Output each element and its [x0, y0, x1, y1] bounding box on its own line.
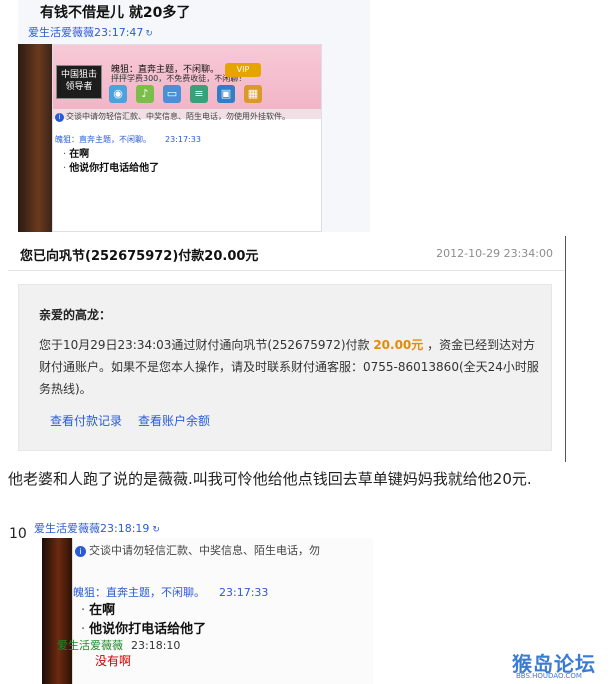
chat-line: · 在啊: [81, 603, 116, 618]
security-warning-text: 交谈中请勿轻信汇款、中奖信息、陌生电话，勿使用外挂软件。: [66, 112, 290, 121]
remote-assist-icon[interactable]: ≡: [190, 85, 208, 103]
background-image-strip: [18, 44, 52, 232]
chat-screenshot-2: 爱生活爱薇薇23:18:19 ↻ i 交谈中请勿轻信汇款、中奖信息、陌生电话，勿 魄…: [28, 518, 373, 684]
chat-toolbar: ◉ ♪ ▭ ≡ ▣ ▦: [109, 85, 262, 105]
sender-time: 23:17:47: [94, 26, 144, 39]
chat-line-text: 他说你打电话给他了: [69, 163, 160, 174]
post-caption: 他老婆和人跑了说的是薇薇.叫我可怜他给他点钱回去草单键妈妈我就给他20元.: [8, 470, 532, 488]
sender2-name: 爱生活爱薇薇: [57, 639, 123, 652]
payment-greeting: 亲爱的高龙：: [39, 308, 112, 322]
chat-line: · 他说你打电话给他了: [81, 622, 207, 637]
chat-line-text: 在啊: [89, 603, 116, 618]
security-warning: i 交谈中请勿轻信汇款、中奖信息、陌生电话，勿使用外挂软件。: [55, 111, 290, 122]
resend-icon[interactable]: ↻: [152, 525, 160, 535]
vip-badge: VIP: [225, 63, 261, 77]
chat-time: 23:17:33: [219, 586, 269, 599]
payment-time: 2012-10-29 23:34:00: [436, 247, 553, 260]
chat-sender: 爱生活爱薇薇23:18:19 ↻: [34, 520, 160, 536]
resend-icon[interactable]: ↻: [145, 29, 153, 39]
chat-reply-header: 爱生活爱薇薇 23:18:10: [57, 637, 180, 653]
video-call-icon[interactable]: ◉: [109, 85, 127, 103]
sender-name: 爱生活爱薇薇: [28, 26, 94, 39]
qq-chat-window: i 交谈中请勿轻信汇款、中奖信息、陌生电话，勿 魄狙：直奔主题，不闲聊。 23:17…: [57, 538, 373, 684]
chat-message-text: 有钱不借是儿 就20多了: [40, 5, 191, 21]
info-icon: i: [75, 546, 86, 557]
sender-time: 23:18:19: [100, 522, 150, 535]
payment-body: 您于10月29日23:34:03通过财付通向巩节(252675972)付款 20…: [39, 334, 543, 400]
info-icon: i: [55, 113, 64, 122]
background-image-strip: [42, 538, 72, 684]
file-transfer-icon[interactable]: ▭: [163, 85, 181, 103]
payment-title: 您已向巩节(252675972)付款20.00元: [20, 249, 259, 264]
avatar[interactable]: 中国狙击 领导者: [56, 65, 102, 99]
sender-name: 爱生活爱薇薇: [34, 522, 100, 535]
security-warning-text: 交谈中请勿轻信汇款、中奖信息、陌生电话，勿: [89, 544, 320, 557]
security-warning: i 交谈中请勿轻信汇款、中奖信息、陌生电话，勿: [75, 542, 320, 558]
chat-reply-text: 没有啊: [95, 654, 132, 668]
sender2-time: 23:18:10: [131, 639, 181, 652]
chat-message-header: 魄狙：直奔主题，不闲聊。 23:17:33: [55, 134, 201, 145]
view-payment-records-link[interactable]: 查看付款记录: [50, 412, 122, 429]
chat-sender: 爱生活爱薇薇23:17:47 ↻: [28, 24, 153, 40]
watermark-sub: BBS.HOUDAO.COM: [516, 672, 582, 680]
chat-screenshot-1: 有钱不借是儿 就20多了 爱生活爱薇薇23:17:47 ↻ 中国狙击 领导者 魄狙…: [18, 0, 370, 232]
qq-chat-window: 中国狙击 领导者 魄狙：直奔主题，不闲聊。 抨抨学费300，不免费收徒，不闲聊！…: [52, 44, 322, 232]
chat-line: · 他说你打电话给他了: [63, 163, 160, 174]
chat-time: 23:17:33: [165, 135, 201, 144]
voice-call-icon[interactable]: ♪: [136, 85, 154, 103]
chat-line-text: 他说你打电话给他了: [89, 622, 207, 637]
payment-body-text: 您于10月29日23:34:03通过财付通向巩节(252675972)付款: [39, 338, 374, 352]
chat-message-header: 魄狙：直奔主题，不闲聊。 23:17:33: [73, 584, 268, 600]
forum-watermark-logo: 猴岛论坛 BBS.HOUDAO.COM: [512, 648, 608, 682]
divider: [565, 236, 566, 462]
avatar-text: 中国狙击 领导者: [60, 70, 97, 92]
chat-name: 魄狙：直奔主题，不闲聊。: [73, 586, 205, 599]
chat-line: · 在啊: [63, 149, 90, 160]
chat-name: 魄狙：直奔主题，不闲聊。: [55, 135, 151, 144]
view-balance-link[interactable]: 查看账户余额: [138, 412, 210, 429]
payment-amount: 20.00元: [373, 338, 424, 352]
apps-icon[interactable]: ▦: [244, 85, 262, 103]
post-number: 10: [9, 526, 27, 542]
screen-share-icon[interactable]: ▣: [217, 85, 235, 103]
payment-notification: 您已向巩节(252675972)付款20.00元 2012-10-29 23:3…: [8, 236, 566, 462]
